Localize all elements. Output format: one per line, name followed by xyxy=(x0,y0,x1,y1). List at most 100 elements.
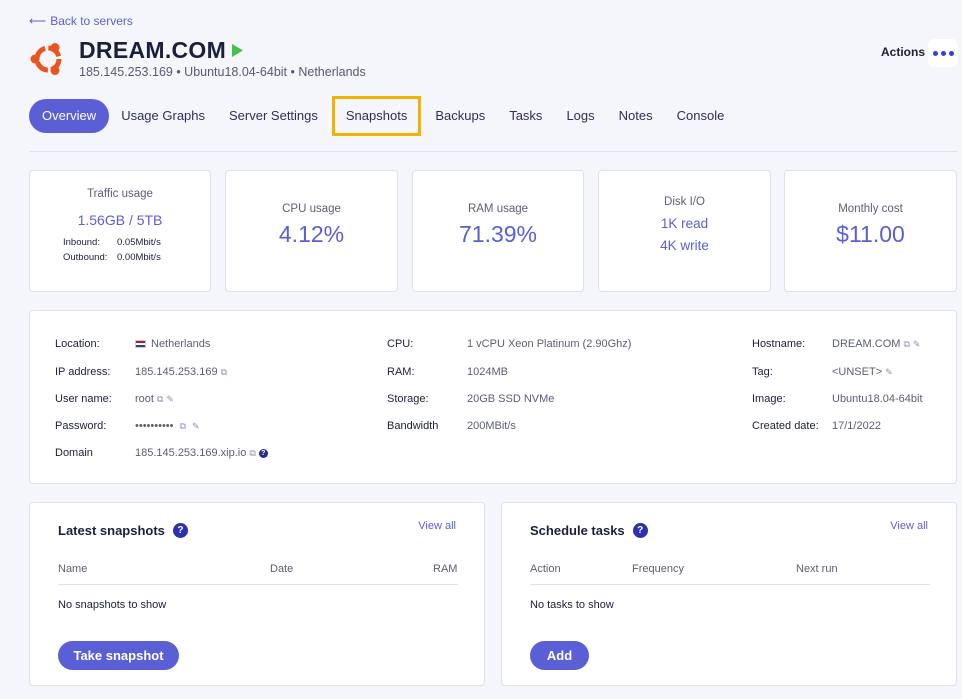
running-status-icon xyxy=(232,44,243,62)
copy-icon[interactable]: ⧉ xyxy=(180,421,186,432)
dot-icon xyxy=(932,50,938,56)
tab-logs[interactable]: Logs xyxy=(554,99,606,133)
edit-icon[interactable]: ✎ xyxy=(166,394,174,405)
domain-text: 185.145.253.169.xip.io xyxy=(135,447,247,459)
monthly-cost-value: $11.00 xyxy=(836,221,905,247)
location-value: Netherlands xyxy=(135,338,210,350)
snapshots-empty-message: No snapshots to show xyxy=(58,599,167,611)
server-info-card: Location: Netherlands IP address: 185.14… xyxy=(29,310,957,484)
snapshots-view-all-link[interactable]: View all xyxy=(418,520,456,532)
password-text: •••••••••• xyxy=(135,420,174,432)
copy-icon[interactable]: ⧉ xyxy=(249,448,255,459)
column-header-action: Action xyxy=(530,563,561,575)
ram-label: RAM: xyxy=(387,366,415,378)
table-divider xyxy=(58,584,458,585)
back-link-label: Back to servers xyxy=(50,14,133,28)
cpu-usage-value: 4.12% xyxy=(278,221,345,247)
location-text: Netherlands xyxy=(151,338,211,350)
cpu-usage-card: CPU usage 4.12% xyxy=(225,170,398,292)
location-label: Location: xyxy=(55,338,100,350)
created-date-value: 17/1/2022 xyxy=(832,420,881,432)
bandwidth-value: 200MBit/s xyxy=(467,420,516,432)
tasks-title-text: Schedule tasks xyxy=(530,523,625,538)
cpu-label: CPU: xyxy=(387,338,414,350)
actions-menu-button[interactable] xyxy=(928,39,958,67)
tab-notes[interactable]: Notes xyxy=(607,99,665,133)
cpu-value: 1 vCPU Xeon Platinum (2.90Ghz) xyxy=(467,338,632,350)
snapshots-title: Latest snapshots ? xyxy=(58,523,188,538)
schedule-tasks-panel: Schedule tasks ? View all Action Frequen… xyxy=(501,502,957,686)
inbound-label: Inbound: xyxy=(63,237,100,248)
add-task-button[interactable]: Add xyxy=(530,641,589,670)
hostname-text: DREAM.COM xyxy=(832,338,901,350)
tasks-view-all-link[interactable]: View all xyxy=(890,520,928,532)
tasks-title: Schedule tasks ? xyxy=(530,523,648,538)
actions-label: Actions xyxy=(881,45,926,59)
back-to-servers-link[interactable]: ⟵ Back to servers xyxy=(29,14,133,28)
domain-label: Domain xyxy=(55,447,93,459)
tab-backups[interactable]: Backups xyxy=(423,99,497,133)
help-icon[interactable]: ? xyxy=(632,523,648,538)
password-label: Password: xyxy=(55,420,107,432)
column-header-ram: RAM xyxy=(433,563,458,575)
disk-read-value: 1K read xyxy=(660,216,709,231)
disk-io-label: Disk I/O xyxy=(664,196,705,208)
copy-icon[interactable]: ⧉ xyxy=(221,367,227,378)
hostname-label: Hostname: xyxy=(752,338,806,350)
ip-label: IP address: xyxy=(55,366,111,378)
inbound-value: 0.05Mbit/s xyxy=(117,237,161,248)
outbound-value: 0.00Mbit/s xyxy=(117,252,161,263)
snapshots-title-text: Latest snapshots xyxy=(58,523,165,538)
traffic-usage-value: 1.56GB / 5TB xyxy=(77,212,163,228)
image-value: Ubuntu18.04-64bit xyxy=(832,393,923,405)
disk-io-card: Disk I/O 1K read 4K write xyxy=(598,170,771,292)
table-divider xyxy=(530,584,930,585)
traffic-usage-card: Traffic usage 1.56GB / 5TB Inbound: 0.05… xyxy=(29,170,211,292)
column-header-frequency: Frequency xyxy=(632,563,684,575)
storage-label: Storage: xyxy=(387,393,429,405)
bandwidth-label: Bandwidth xyxy=(387,420,439,432)
tab-usage-graphs[interactable]: Usage Graphs xyxy=(109,99,217,133)
help-icon[interactable]: ? xyxy=(172,523,188,538)
copy-icon[interactable]: ⧉ xyxy=(157,394,163,405)
server-subtitle: 185.145.253.169 • Ubuntu18.04-64bit • Ne… xyxy=(79,65,366,79)
monthly-cost-label: Monthly cost xyxy=(838,203,903,215)
edit-icon[interactable]: ✎ xyxy=(192,421,200,432)
netherlands-flag-icon xyxy=(135,340,146,348)
copy-icon[interactable]: ⧉ xyxy=(903,339,909,350)
ip-value: 185.145.253.169 ⧉ xyxy=(135,366,227,378)
password-value: •••••••••• ⧉ ✎ xyxy=(135,420,200,432)
edit-icon[interactable]: ✎ xyxy=(913,339,921,350)
disk-write-value: 4K write xyxy=(660,238,709,253)
created-date-label: Created date: xyxy=(752,420,819,432)
domain-value: 185.145.253.169.xip.io ⧉? xyxy=(135,447,268,459)
tag-value: <UNSET> ✎ xyxy=(832,366,893,378)
ram-usage-card: RAM usage 71.39% xyxy=(412,170,584,292)
ram-value: 1024MB xyxy=(467,366,508,378)
help-icon[interactable]: ? xyxy=(258,448,268,458)
column-header-date: Date xyxy=(270,563,294,575)
tab-overview[interactable]: Overview xyxy=(29,99,110,133)
tab-tasks[interactable]: Tasks xyxy=(497,99,554,133)
ram-usage-value: 71.39% xyxy=(458,221,537,247)
tab-snapshots[interactable]: Snapshots xyxy=(331,96,422,136)
username-label: User name: xyxy=(55,393,112,405)
hostname-value: DREAM.COM ⧉ ✎ xyxy=(832,338,920,350)
tag-text: <UNSET> xyxy=(832,366,883,378)
edit-icon[interactable]: ✎ xyxy=(885,367,893,378)
image-label: Image: xyxy=(752,393,786,405)
monthly-cost-card: Monthly cost $11.00 xyxy=(784,170,957,292)
tab-console[interactable]: Console xyxy=(665,99,737,133)
column-header-next-run: Next run xyxy=(796,563,838,575)
ram-usage-label: RAM usage xyxy=(467,203,529,215)
traffic-usage-label: Traffic usage xyxy=(87,188,153,200)
tab-server-settings[interactable]: Server Settings xyxy=(217,99,330,133)
tag-label: Tag: xyxy=(752,366,773,378)
latest-snapshots-panel: Latest snapshots ? View all Name Date RA… xyxy=(29,502,485,686)
server-tabs: Overview Usage Graphs Server Settings Sn… xyxy=(29,96,737,136)
storage-value: 20GB SSD NVMe xyxy=(467,393,555,405)
dot-icon xyxy=(948,50,954,56)
take-snapshot-button[interactable]: Take snapshot xyxy=(58,641,179,670)
username-value: root ⧉ ✎ xyxy=(135,393,174,405)
cpu-usage-label: CPU usage xyxy=(282,203,341,215)
